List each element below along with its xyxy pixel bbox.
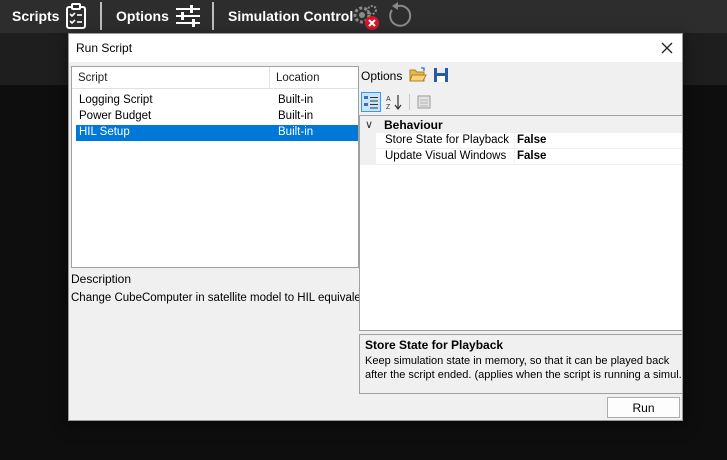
script-location: Built-in [278, 110, 314, 122]
toolbar-divider [409, 94, 410, 110]
category-label: Behaviour [384, 118, 443, 132]
property-row-update-visual[interactable]: Update Visual Windows False [360, 149, 682, 165]
gears-error-icon[interactable] [350, 2, 384, 30]
svg-text:Z: Z [386, 104, 391, 111]
toolbar-divider [212, 2, 214, 30]
script-row-logging[interactable]: Logging Script Built-in [76, 93, 358, 109]
description-text: Change CubeComputer in satellite model t… [71, 292, 374, 304]
script-list-header: Script Location [72, 67, 358, 89]
category-behaviour[interactable]: ∨ Behaviour [360, 116, 682, 133]
script-name: Logging Script [79, 94, 153, 106]
clipboard-checklist-icon[interactable] [62, 2, 90, 30]
help-line: after the script ended. (applies when th… [365, 369, 681, 381]
script-row-hil-setup[interactable]: HIL Setup Built-in [76, 125, 358, 141]
description-panel: Description Change CubeComputer in satel… [71, 269, 374, 419]
property-row-store-state[interactable]: Store State for Playback False [360, 133, 682, 149]
open-folder-icon[interactable] [409, 67, 427, 83]
scripts-menu[interactable]: Scripts [12, 8, 59, 24]
script-location: Built-in [278, 126, 314, 138]
help-text: Keep simulation state in memory, so that… [365, 354, 681, 382]
property-margin [360, 133, 376, 149]
property-grid: ∨ Behaviour Store State for Playback Fal… [359, 115, 683, 331]
sliders-icon[interactable] [174, 2, 202, 30]
property-divider[interactable] [514, 133, 515, 149]
description-title: Description [71, 272, 132, 286]
script-name: HIL Setup [79, 126, 130, 138]
property-grid-toolbar: A Z [361, 90, 683, 114]
main-toolbar: Scripts Options Simulation Control [0, 0, 727, 33]
column-header-script[interactable]: Script [78, 72, 107, 84]
help-line: Keep simulation state in memory, so that… [365, 355, 670, 367]
dialog-title: Run Script [76, 41, 133, 55]
close-icon[interactable] [652, 34, 682, 62]
script-list: Script Location Logging Script Built-in … [71, 66, 359, 268]
options-menu[interactable]: Options [116, 8, 169, 24]
save-icon[interactable] [433, 67, 451, 83]
svg-text:A: A [386, 96, 391, 103]
simulation-control-menu[interactable]: Simulation Control [228, 8, 353, 24]
reset-icon[interactable] [384, 2, 412, 30]
property-value[interactable]: False [517, 150, 546, 162]
toolbar-divider [100, 2, 102, 30]
property-name: Store State for Playback [385, 134, 510, 146]
property-pages-icon[interactable] [414, 92, 434, 112]
script-row-power-budget[interactable]: Power Budget Built-in [76, 109, 358, 125]
run-button[interactable]: Run [607, 397, 680, 418]
dialog-titlebar: Run Script [69, 34, 682, 62]
property-margin [360, 149, 376, 165]
script-name: Power Budget [79, 110, 152, 122]
column-divider[interactable] [269, 67, 270, 89]
column-header-location[interactable]: Location [276, 72, 319, 84]
property-divider[interactable] [514, 149, 515, 165]
options-label: Options [361, 69, 403, 83]
run-script-dialog: Run Script Script Location Logging Scrip… [68, 33, 683, 421]
sort-alphabetical-icon[interactable]: A Z [384, 92, 404, 112]
property-name: Update Visual Windows [385, 150, 507, 162]
property-help-panel: Store State for Playback Keep simulation… [359, 334, 683, 394]
property-value[interactable]: False [517, 134, 546, 146]
script-location: Built-in [278, 94, 314, 106]
categorized-icon[interactable] [361, 92, 381, 112]
help-title: Store State for Playback [365, 338, 504, 352]
chevron-down-icon[interactable]: ∨ [365, 118, 373, 131]
